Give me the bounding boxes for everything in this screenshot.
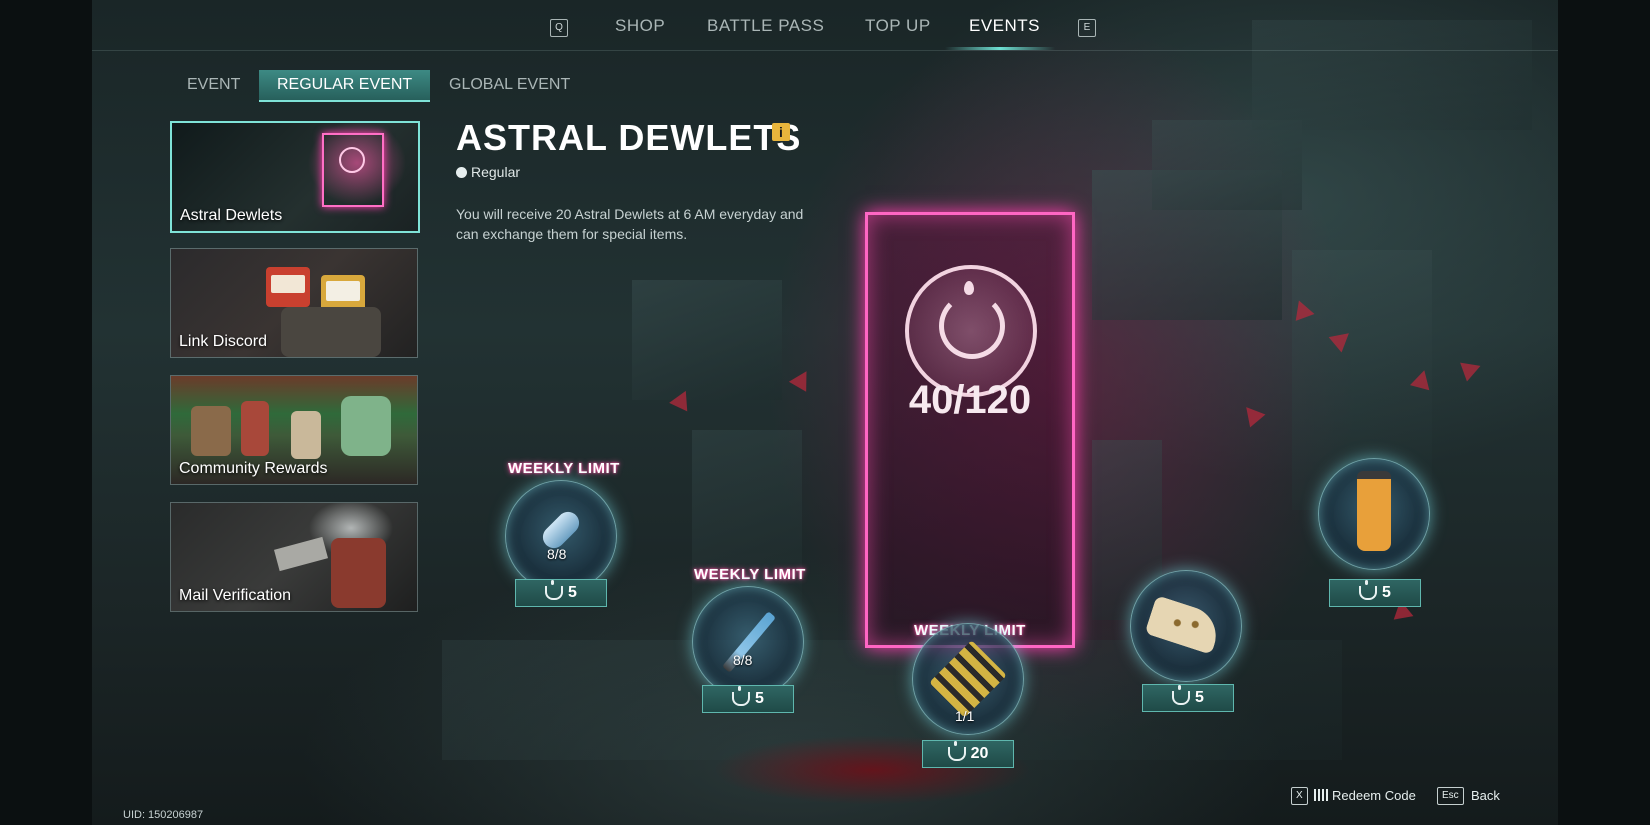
sidebar-item-link-discord[interactable]: Link Discord [170,248,418,358]
event-type: Regular [456,164,520,180]
letterbox-left [0,0,92,825]
shop-item-syringe[interactable] [692,586,804,698]
key-hint-redeem: X [1291,787,1308,805]
price-value: 20 [970,745,989,762]
tab-top-up[interactable]: TOP UP [865,16,931,36]
shop-item-orange-bottle[interactable] [1318,458,1430,570]
subtab-regular-event[interactable]: REGULAR EVENT [259,70,431,102]
price-button[interactable]: 5 [515,579,607,607]
currency-balance: 40/120 [908,378,1032,422]
barcode-icon [1314,789,1330,801]
dewlet-currency-icon [545,580,564,600]
key-hint-next: E [1078,19,1096,37]
tab-battle-pass[interactable]: BATTLE PASS [707,16,824,36]
price-value: 5 [1195,689,1204,706]
event-description: You will receive 20 Astral Dewlets at 6 … [456,206,804,242]
event-type-label: Regular [471,164,521,180]
top-navigation [92,0,1558,51]
weekly-limit-label: WEEKLY LIMIT [694,566,806,583]
subtab-event[interactable]: EVENT [169,70,258,100]
info-icon[interactable]: i [772,123,790,141]
sidebar-item-label: Mail Verification [179,587,292,604]
price-value: 5 [568,584,577,601]
dewlet-currency-icon [947,741,966,761]
subtab-global-event[interactable]: GLOBAL EVENT [431,70,588,100]
sidebar-item-community-rewards[interactable]: Community Rewards [170,375,418,485]
back-button[interactable]: Back [1471,788,1500,803]
dewlet-currency-icon [1172,685,1191,705]
shop-item-flatbread[interactable] [1130,570,1242,682]
price-button[interactable]: 5 [1142,684,1234,712]
price-button[interactable]: 5 [702,685,794,713]
price-button[interactable]: 5 [1329,579,1421,607]
key-hint-prev: Q [550,19,568,37]
item-stock: 1/1 [955,708,975,724]
orange-bottle-icon [1357,471,1391,551]
weekly-limit-label: WEEKLY LIMIT [508,460,620,477]
dewlet-currency-icon [1359,580,1378,600]
sidebar-item-label: Link Discord [179,333,268,350]
item-stock: 8/8 [547,546,567,562]
redeem-code-button[interactable]: Redeem Code [1332,788,1416,803]
price-value: 5 [1382,584,1391,601]
flatbread-icon [1144,595,1224,655]
price-button[interactable]: 20 [922,740,1014,768]
item-stock: 8/8 [733,652,753,668]
shop-item-capsule[interactable] [505,480,617,592]
tab-shop[interactable]: SHOP [615,16,665,36]
key-hint-back: Esc [1437,787,1464,805]
event-title: ASTRAL DEWLETS [456,117,802,158]
ammo-icon [929,640,1007,718]
active-tab-underline [945,47,1055,50]
user-id: UID: 150206987 [123,809,204,821]
sidebar-item-mail-verification[interactable]: Mail Verification [170,502,418,612]
tab-events[interactable]: EVENTS [969,16,1040,36]
sidebar-item-label: Community Rewards [179,460,328,477]
letterbox-right [1558,0,1650,825]
sidebar-item-astral-dewlets[interactable]: Astral Dewlets [170,121,420,233]
timer-icon [456,166,467,178]
price-value: 5 [755,690,764,707]
sidebar-item-label: Astral Dewlets [180,207,283,224]
dewlet-currency-icon [732,686,751,706]
